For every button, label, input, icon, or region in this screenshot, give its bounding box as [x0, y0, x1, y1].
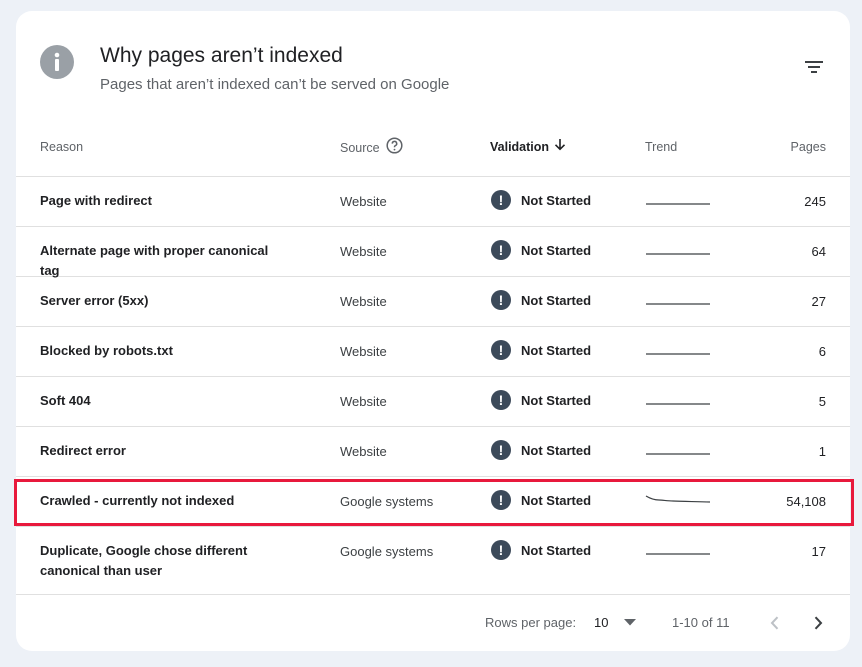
exclamation-icon: !: [491, 340, 511, 360]
trend-sparkline: [646, 203, 710, 205]
row-reason: Crawled - currently not indexed: [40, 493, 235, 508]
reasons-table: Page with redirect Website! Not Started 245…: [16, 176, 850, 595]
sort-arrow-down-icon: [554, 138, 566, 154]
row-source: Google systems: [340, 544, 434, 559]
row-source: Website: [340, 294, 387, 309]
card-subtitle: Pages that aren’t indexed can’t be serve…: [100, 76, 450, 93]
column-header-validation-label: Validation: [490, 140, 550, 154]
row-reason: Duplicate, Google chose different canoni…: [40, 543, 248, 578]
validation-status-label: Not Started: [521, 242, 592, 258]
row-reason: Soft 404: [40, 393, 91, 408]
column-header-validation[interactable]: Validation: [490, 138, 566, 154]
row-reason: Page with redirect: [40, 193, 152, 208]
validation-status-label: Not Started: [521, 342, 592, 358]
validation-status-label: Not Started: [521, 192, 592, 208]
row-validation-status: ! Not Started: [491, 390, 591, 410]
card-title: Why pages aren’t indexed: [100, 44, 343, 67]
exclamation-icon: !: [491, 440, 511, 460]
table-row[interactable]: Blocked by robots.txt Website! Not Started…: [16, 327, 850, 377]
row-source: Website: [340, 444, 387, 459]
table-row[interactable]: Soft 404 Website! Not Started 5: [16, 377, 850, 427]
table-row[interactable]: Redirect error Website! Not Started 1: [16, 427, 850, 477]
rows-per-page-select[interactable]: 10: [594, 615, 637, 630]
row-pages-count: 17: [811, 544, 826, 559]
validation-status-label: Not Started: [521, 542, 592, 558]
row-pages-count: 54,108: [786, 494, 826, 509]
row-validation-status: ! Not Started: [491, 540, 591, 560]
row-reason: Blocked by robots.txt: [40, 343, 173, 358]
row-validation-status: ! Not Started: [491, 340, 591, 360]
exclamation-icon: !: [491, 390, 511, 410]
trend-sparkline: [646, 403, 710, 405]
validation-status-label: Not Started: [521, 442, 592, 458]
row-pages-count: 1: [818, 444, 826, 459]
trend-line: [645, 495, 711, 503]
row-pages-count: 27: [811, 294, 826, 309]
row-validation-status: ! Not Started: [491, 240, 591, 260]
help-icon[interactable]: [386, 137, 403, 157]
trend-sparkline: [646, 553, 710, 555]
row-pages-count: 64: [811, 244, 826, 259]
row-validation-status: ! Not Started: [491, 190, 591, 210]
row-source: Website: [340, 244, 387, 259]
row-reason: Server error (5xx): [40, 293, 149, 308]
exclamation-icon: !: [491, 190, 511, 210]
table-row[interactable]: Server error (5xx) Website! Not Started 27: [16, 277, 850, 327]
exclamation-icon: !: [491, 290, 511, 310]
rows-per-page-label: Rows per page:: [485, 615, 577, 630]
chevron-down-icon: [624, 619, 637, 626]
row-pages-count: 245: [804, 194, 826, 209]
row-pages-count: 6: [818, 344, 826, 359]
row-reason: Alternate page with proper canonical tag: [40, 243, 269, 278]
trend-sparkline: [646, 453, 710, 455]
trend-sparkline: [646, 353, 710, 355]
row-validation-status: ! Not Started: [491, 490, 591, 510]
filter-button[interactable]: [800, 53, 828, 81]
row-validation-status: ! Not Started: [491, 440, 591, 460]
exclamation-icon: !: [491, 540, 511, 560]
validation-status-label: Not Started: [521, 292, 592, 308]
column-header-source-label: Source: [340, 140, 380, 155]
table-row[interactable]: Crawled - currently not indexed Google sy…: [16, 477, 850, 527]
chevron-left-icon: [770, 616, 778, 630]
column-header-reason[interactable]: Reason: [40, 140, 83, 154]
table-row[interactable]: Alternate page with proper canonical tag…: [16, 227, 850, 278]
exclamation-icon: !: [491, 240, 511, 260]
row-reason: Redirect error: [40, 443, 126, 458]
table-row[interactable]: Page with redirect Website! Not Started 245: [16, 177, 850, 227]
column-header-source[interactable]: Source: [340, 137, 403, 157]
row-source: Website: [340, 344, 387, 359]
row-validation-status: ! Not Started: [491, 290, 591, 310]
row-source: Google systems: [340, 494, 434, 509]
validation-status-label: Not Started: [521, 392, 592, 408]
pagination-range: 1-10 of 11: [672, 615, 730, 630]
previous-page-button[interactable]: [760, 609, 788, 637]
table-row[interactable]: Duplicate, Google chose different canoni…: [16, 527, 850, 595]
row-pages-count: 5: [818, 394, 826, 409]
info-icon: [40, 45, 74, 79]
row-source: Website: [340, 194, 387, 209]
column-header-pages[interactable]: Pages: [791, 140, 826, 154]
column-header-trend: Trend: [645, 140, 678, 154]
row-source: Website: [340, 394, 387, 409]
exclamation-icon: !: [491, 490, 511, 510]
next-page-button[interactable]: [804, 609, 832, 637]
trend-sparkline: [646, 303, 710, 305]
chevron-right-icon: [814, 616, 822, 630]
validation-status-label: Not Started: [521, 492, 592, 508]
filter-icon: [805, 61, 823, 73]
rows-per-page-value: 10: [594, 615, 609, 630]
trend-sparkline: [645, 495, 711, 503]
trend-sparkline: [646, 253, 710, 255]
index-reasons-card: Why pages aren’t indexed Pages that aren…: [16, 11, 850, 651]
